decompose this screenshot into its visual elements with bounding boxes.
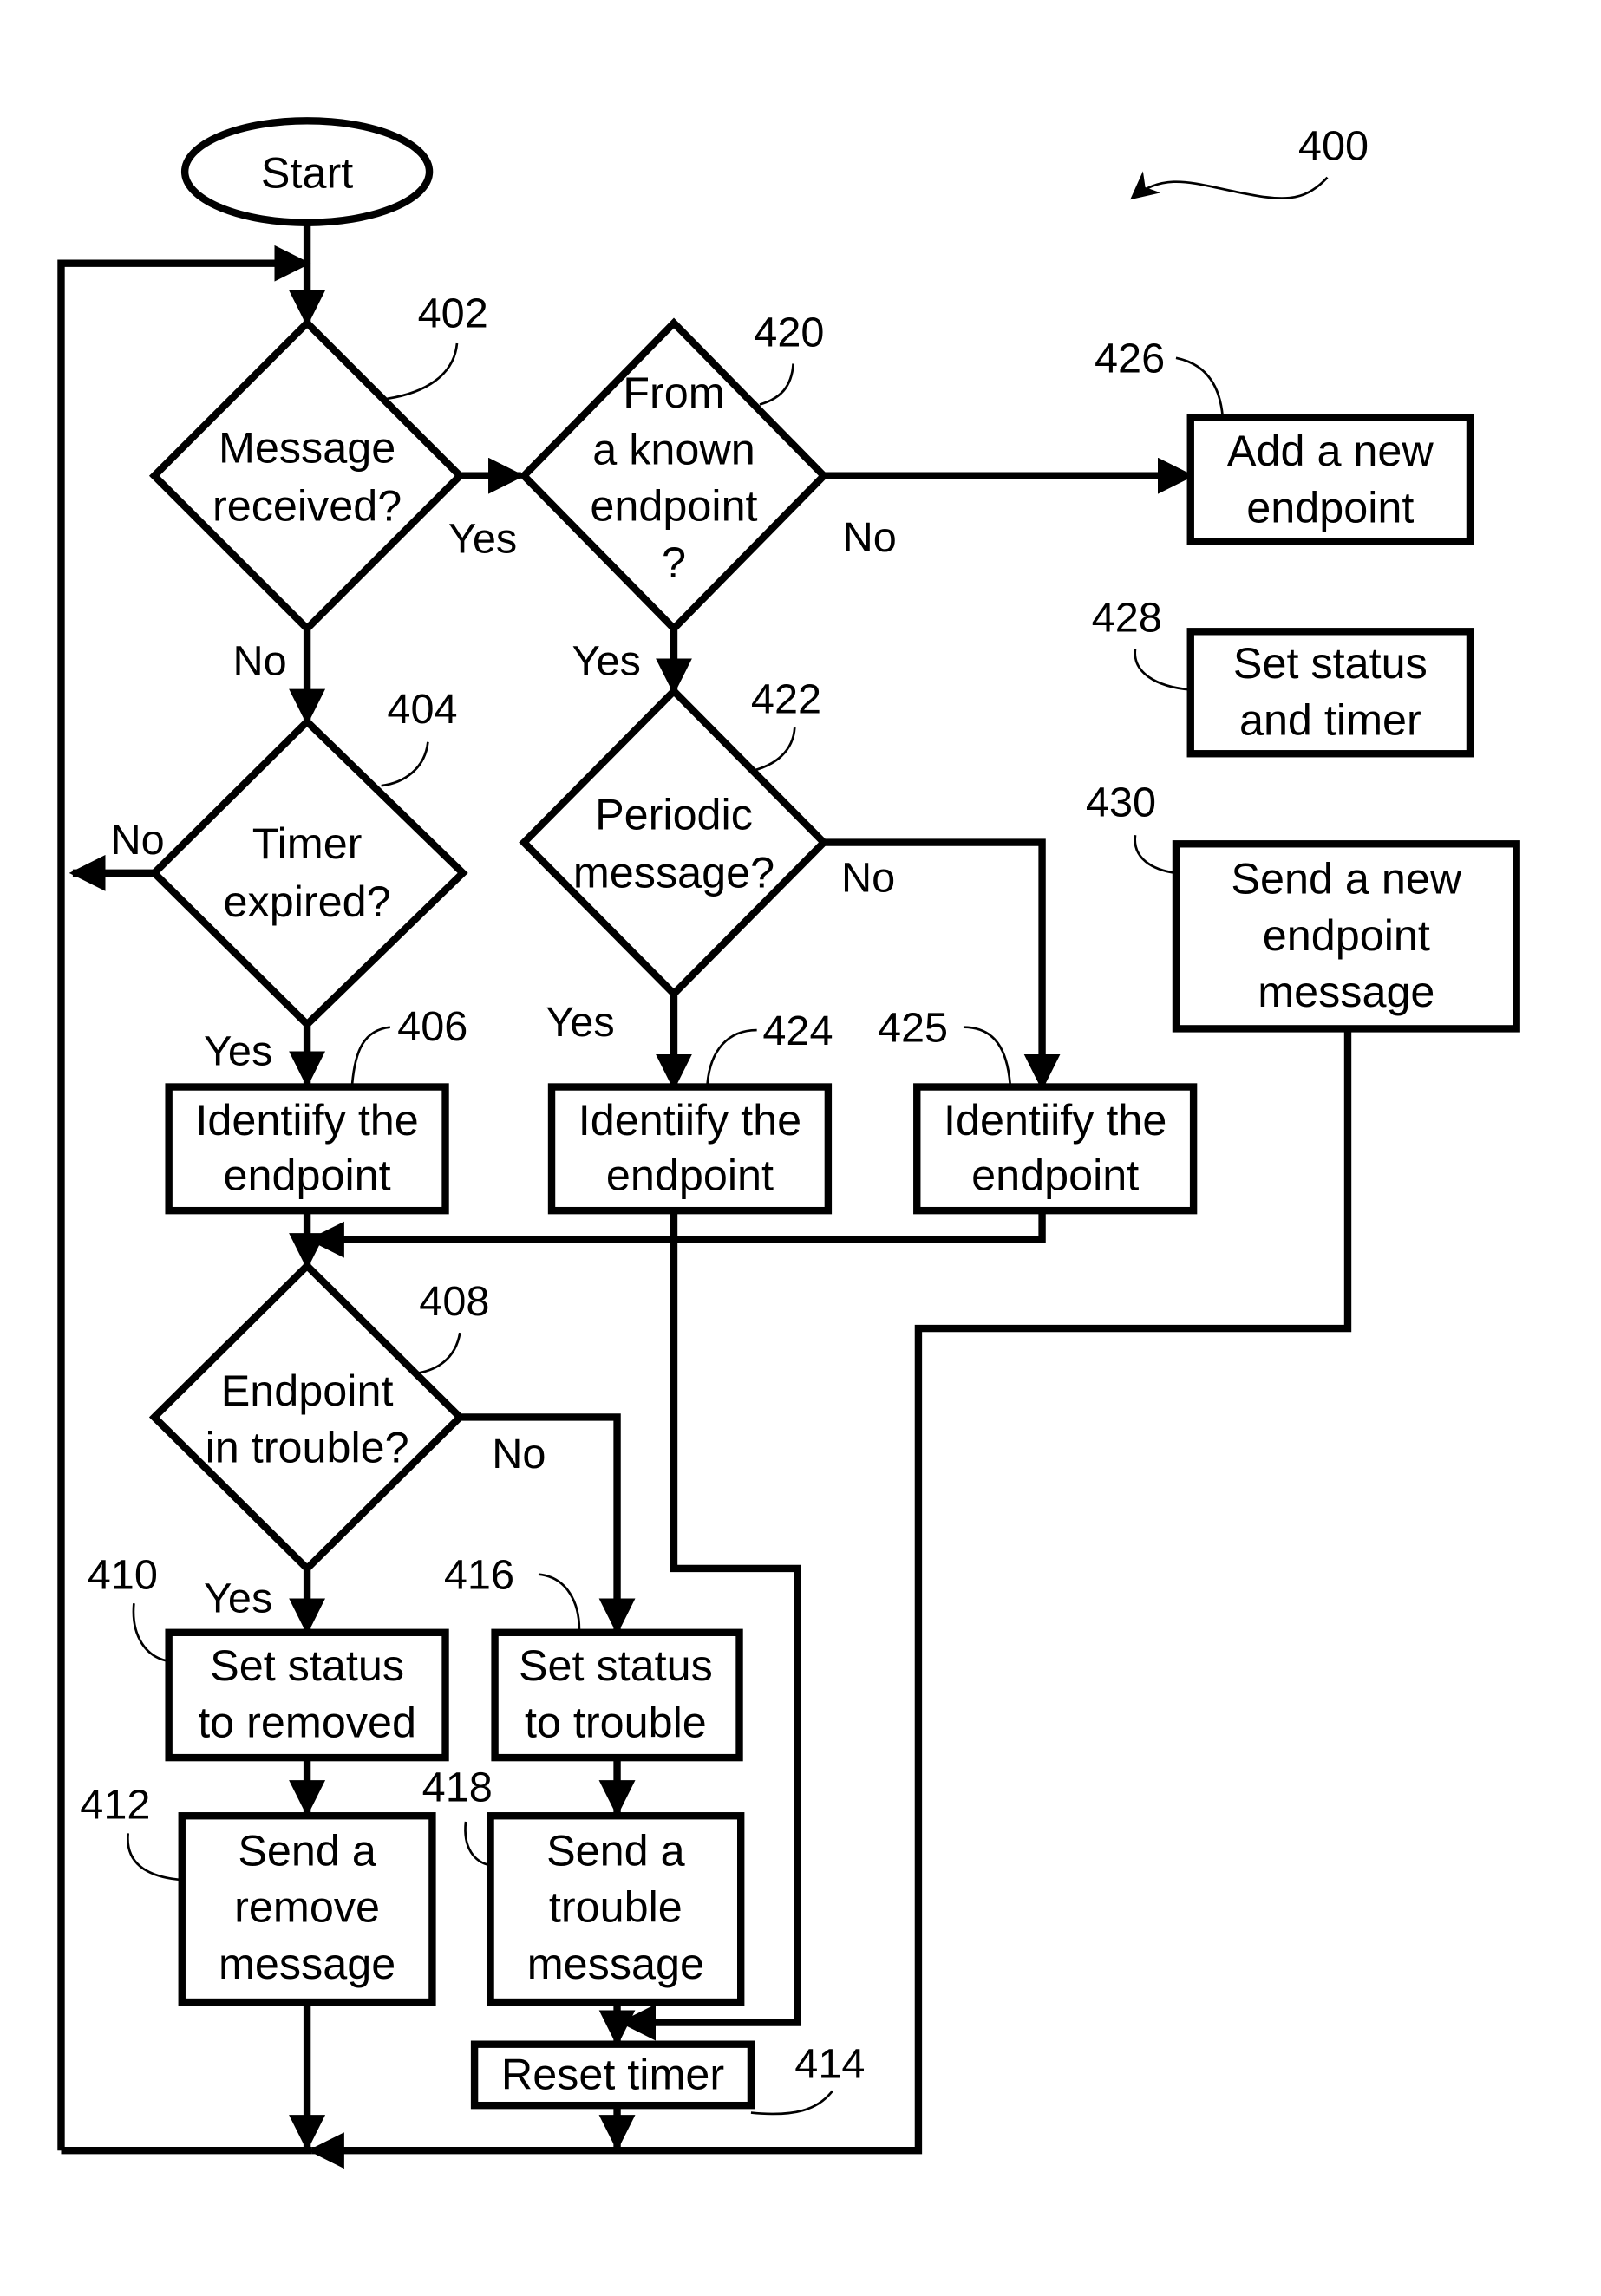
- label-425-line2: endpoint: [971, 1151, 1139, 1200]
- ref-408: 408: [419, 1278, 489, 1325]
- decision-402: [148, 317, 466, 634]
- label-424-line1: Identiify the: [578, 1095, 801, 1145]
- label-418-line2: trouble: [549, 1882, 683, 1932]
- leader-418: [464, 1821, 491, 1867]
- label-426-line1: Add a new: [1227, 426, 1434, 475]
- label-422-line1: Periodic: [595, 790, 753, 839]
- label-422-line2: message?: [573, 848, 774, 897]
- label-418-line1: Send a: [546, 1825, 685, 1875]
- leader-430: [1134, 835, 1177, 875]
- label-425-line1: Identiify the: [944, 1095, 1166, 1145]
- ref-412: 412: [80, 1782, 150, 1829]
- leader-414: [750, 2090, 833, 2116]
- branch-408-yes: Yes: [204, 1575, 272, 1621]
- label-416-line2: to trouble: [525, 1698, 707, 1747]
- leader-426: [1175, 356, 1225, 417]
- label-420-line3: endpoint: [590, 481, 757, 531]
- ref-430: 430: [1086, 779, 1156, 825]
- label-430-line1: Send a new: [1231, 853, 1461, 903]
- label-420-line2: a known: [592, 424, 755, 473]
- leader-428: [1134, 649, 1191, 691]
- label-430-line3: message: [1258, 967, 1434, 1016]
- leader-404: [381, 741, 429, 787]
- label-408-line2: in trouble?: [206, 1422, 409, 1471]
- label-426-line2: endpoint: [1246, 482, 1414, 532]
- ref-422: 422: [751, 675, 821, 722]
- label-412-line2: remove: [234, 1882, 380, 1932]
- label-428-line1: Set status: [1233, 638, 1428, 688]
- ref-424: 424: [762, 1008, 833, 1054]
- ref-420: 420: [754, 309, 824, 355]
- label-418-line3: message: [527, 1939, 704, 1988]
- ref-414: 414: [794, 2040, 865, 2087]
- branch-404-yes: Yes: [204, 1027, 272, 1074]
- label-408-line1: Endpoint: [221, 1366, 394, 1415]
- label-406-line2: endpoint: [224, 1151, 391, 1200]
- leader-416: [538, 1573, 581, 1630]
- label-410-line1: Set status: [210, 1640, 404, 1690]
- ref-406: 406: [397, 1003, 467, 1050]
- ref-416: 416: [444, 1551, 514, 1598]
- branch-420-no: No: [843, 514, 897, 561]
- ref-426: 426: [1095, 336, 1165, 382]
- leader-420: [759, 363, 794, 406]
- branch-402-yes: Yes: [448, 516, 517, 563]
- label-414-line1: Reset timer: [501, 2050, 724, 2099]
- branch-422-yes: Yes: [546, 999, 614, 1046]
- ref-410: 410: [88, 1551, 158, 1598]
- label-416-line1: Set status: [519, 1640, 713, 1690]
- label-404-line1: Timer: [252, 819, 363, 868]
- branch-404-no: No: [111, 817, 165, 864]
- leader-408: [415, 1332, 461, 1375]
- label-406-line1: Identiify the: [195, 1095, 418, 1145]
- label-430-line2: endpoint: [1263, 910, 1430, 960]
- ref-404: 404: [387, 686, 457, 733]
- ref-428: 428: [1092, 594, 1162, 641]
- leader-424: [706, 1028, 757, 1085]
- label-420-line1: From: [623, 368, 724, 417]
- leader-402: [387, 342, 459, 401]
- leader-412: [127, 1833, 182, 1882]
- start-label: Start: [261, 147, 353, 197]
- label-402-line2: received?: [212, 481, 402, 531]
- label-428-line2: and timer: [1239, 695, 1421, 744]
- ref-402: 402: [418, 290, 488, 337]
- branch-420-yes: Yes: [572, 638, 641, 685]
- label-412-line1: Send a: [238, 1825, 376, 1875]
- leader-406: [350, 1026, 390, 1085]
- ref-418: 418: [422, 1764, 493, 1810]
- label-424-line2: endpoint: [606, 1151, 774, 1200]
- figure-ref-arrow-icon: [1130, 171, 1329, 200]
- leader-425: [963, 1026, 1011, 1085]
- branch-402-no: No: [233, 638, 287, 685]
- label-402-line1: Message: [219, 423, 395, 473]
- decision-422: [519, 686, 829, 1000]
- label-420-line4: ?: [662, 538, 686, 587]
- label-404-line2: expired?: [224, 877, 391, 926]
- branch-408-no: No: [492, 1431, 546, 1477]
- label-410-line2: to removed: [198, 1698, 416, 1747]
- leader-422: [750, 727, 796, 773]
- figure-ref-label: 400: [1298, 123, 1369, 170]
- decision-408: [148, 1261, 466, 1574]
- flowchart-400: 400 Start Message received? Timer expire…: [57, 117, 1520, 2169]
- ref-425: 425: [878, 1005, 948, 1052]
- branch-422-no: No: [841, 855, 895, 902]
- label-412-line3: message: [219, 1939, 395, 1988]
